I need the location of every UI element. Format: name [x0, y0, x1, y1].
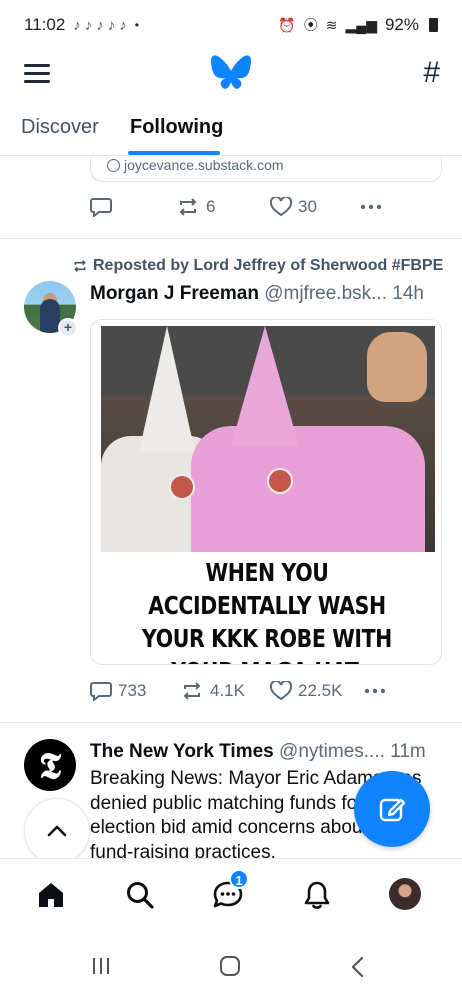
reply-count: 733: [118, 681, 147, 700]
heart-icon: [270, 197, 292, 217]
author-name[interactable]: Morgan J Freeman: [90, 283, 259, 304]
repost-count: 4.1K: [210, 681, 245, 700]
follow-plus-icon[interactable]: +: [58, 318, 78, 338]
alarm-icon: ⏰: [278, 16, 296, 33]
tab-discover[interactable]: Discover: [21, 116, 99, 139]
chat-unread-badge: 1: [229, 869, 249, 889]
battery-percent: 92%: [384, 15, 419, 34]
profile-avatar[interactable]: [389, 878, 421, 910]
feeds-hash-icon[interactable]: #: [423, 56, 440, 90]
post-image[interactable]: WHEN YOU ACCIDENTALLY WASH YOUR KKK ROBE…: [90, 319, 442, 665]
repost-button[interactable]: 6: [176, 197, 270, 217]
tiktok-icon: ♪: [84, 16, 93, 34]
chevron-up-icon: [47, 825, 67, 837]
meme-caption: WHEN YOU ACCIDENTALLY WASH YOUR KKK ROBE…: [142, 558, 392, 664]
signal-icon: ▂▄▆: [345, 16, 377, 33]
feed-tabs: Discover Following: [0, 100, 462, 156]
tiktok-icon: ♪: [96, 16, 104, 34]
meme-photo: [101, 326, 435, 552]
repost-icon: [74, 260, 86, 272]
bell-icon: [304, 881, 330, 909]
link-url-text: joycevance.substack.com: [124, 157, 284, 173]
tiktok-icon: ♪: [107, 16, 116, 34]
repost-count: 6: [206, 197, 216, 216]
home-icon: [39, 883, 63, 907]
like-button[interactable]: 22.5K: [270, 681, 364, 701]
status-bar: 11:02 ♪ ♪ ♪ ♪ ♪ • ⏰ ⦿ ≋ ▂▄▆ 92%: [0, 0, 462, 50]
home-button[interactable]: [219, 956, 241, 981]
repost-button[interactable]: 4.1K: [180, 681, 270, 701]
repost-icon: [179, 198, 197, 216]
battery-icon: [429, 18, 438, 32]
home-circle-icon: [220, 956, 240, 976]
author-handle[interactable]: @mjfree.bsk...: [264, 283, 387, 304]
wifi-icon: ≋: [325, 16, 338, 33]
link-url: joycevance.substack.com: [107, 157, 284, 173]
active-tab-indicator: [128, 151, 220, 155]
author-name[interactable]: The New York Times: [90, 741, 274, 762]
system-nav-bar: [0, 930, 462, 1000]
status-time: 11:02: [24, 15, 66, 34]
globe-icon: [107, 158, 120, 172]
reply-icon: [90, 682, 112, 701]
back-chevron-icon: [351, 956, 364, 978]
home-tab[interactable]: [31, 877, 71, 913]
notification-dot: •: [134, 18, 139, 32]
nyt-logo-icon: 𝕿: [38, 745, 62, 787]
tiktok-icon: ♪: [73, 16, 81, 34]
back-button[interactable]: [350, 956, 366, 983]
reply-button[interactable]: 733: [90, 681, 180, 701]
post-divider: [0, 722, 462, 723]
recent-apps-button[interactable]: [90, 956, 112, 981]
recent-apps-icon: [93, 958, 109, 974]
tab-following[interactable]: Following: [130, 116, 223, 139]
post-timestamp: 11m: [390, 741, 426, 762]
repost-label[interactable]: Reposted by Lord Jeffrey of Sherwood #FB…: [72, 257, 443, 275]
search-tab[interactable]: [120, 877, 160, 913]
notifications-tab[interactable]: [297, 877, 337, 913]
post-actions: 6 30: [90, 197, 382, 217]
search-icon: [127, 882, 154, 909]
post-divider: [0, 238, 462, 239]
post-author-line: Morgan J Freeman @mjfree.bsk... 14h: [90, 283, 424, 305]
repost-label-text: Reposted by Lord Jeffrey of Sherwood #FB…: [93, 257, 444, 274]
post-actions: 733 4.1K 22.5K: [90, 681, 386, 701]
compose-post-button[interactable]: [354, 771, 430, 847]
hamburger-menu-icon[interactable]: [24, 64, 50, 84]
more-dots-icon: [360, 204, 382, 210]
like-button[interactable]: 30: [270, 197, 360, 217]
like-count: 22.5K: [298, 681, 343, 700]
reply-icon: [90, 198, 112, 217]
location-icon: ⦿: [303, 17, 318, 33]
top-header: #: [0, 50, 462, 100]
more-options-button[interactable]: [360, 204, 382, 210]
scroll-to-top-button[interactable]: [24, 798, 90, 858]
heart-icon: [270, 681, 292, 701]
bottom-nav: 1: [0, 858, 462, 930]
more-options-button[interactable]: [364, 688, 386, 694]
repost-icon: [183, 682, 201, 700]
tiktok-icon: ♪: [119, 16, 127, 34]
bluesky-butterfly-logo: [211, 55, 251, 89]
status-right: ⏰ ⦿ ≋ ▂▄▆ 92%: [278, 15, 438, 35]
author-handle[interactable]: @nytimes....: [279, 741, 385, 762]
post-author-line: The New York Times @nytimes.... 11m: [90, 741, 426, 763]
notification-icons: ♪ ♪ ♪ ♪ ♪: [73, 17, 127, 34]
feed[interactable]: joycevance.substack.com 6 30 Reposted by…: [0, 157, 462, 858]
compose-icon: [379, 798, 406, 822]
post-timestamp: 14h: [392, 283, 424, 304]
more-dots-icon: [364, 688, 386, 694]
reply-button[interactable]: [90, 197, 176, 217]
like-count: 30: [298, 197, 317, 216]
link-card[interactable]: joycevance.substack.com: [90, 157, 442, 182]
avatar[interactable]: 𝕿: [24, 739, 76, 791]
